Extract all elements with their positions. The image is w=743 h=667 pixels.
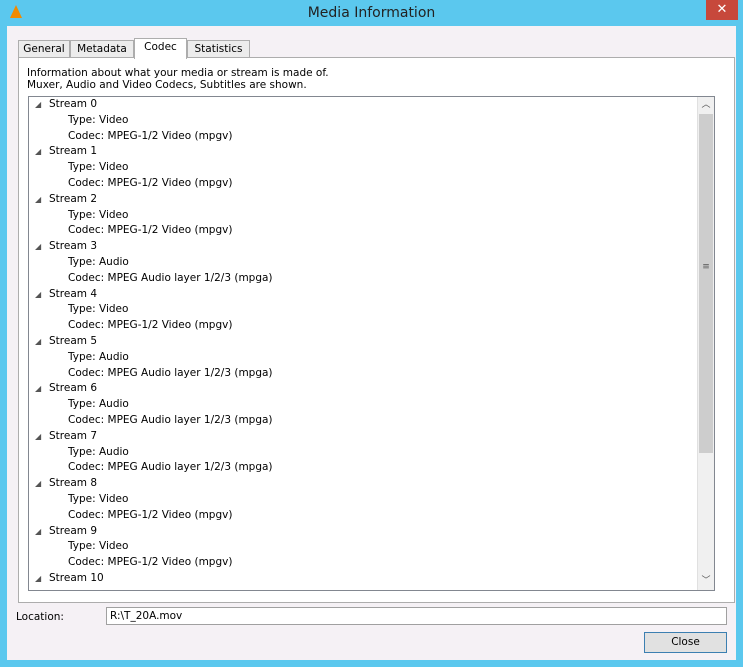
window-title: Media Information (307, 5, 436, 21)
stream-label: Stream 2 (49, 192, 98, 205)
tab-metadata[interactable]: Metadata (70, 40, 134, 58)
stream-node[interactable]: ◢ Stream 0 (29, 97, 714, 113)
stream-codec: Codec: MPEG-1/2 Video (mpgv) (68, 508, 233, 521)
close-button[interactable]: Close (644, 632, 727, 653)
codec-info: Information about what your media or str… (27, 67, 329, 91)
expanded-arrow-icon[interactable]: ◢ (35, 524, 49, 540)
info-line: Muxer, Audio and Video Codecs, Subtitles… (27, 79, 307, 91)
vlc-cone-icon (10, 5, 22, 18)
stream-codec: Codec: MPEG Audio layer 1/2/3 (mpga) (68, 413, 273, 426)
expanded-arrow-icon[interactable]: ◢ (35, 381, 49, 397)
title-bar: Media Information ✕ (0, 0, 743, 26)
location-label: Location: (16, 611, 64, 623)
stream-type: Type: Audio (68, 398, 129, 411)
info-line: Information about what your media or str… (27, 67, 329, 79)
stream-label: Stream 3 (49, 240, 98, 253)
stream-codec: Codec: MPEG-1/2 Video (mpgv) (68, 224, 233, 237)
expanded-arrow-icon[interactable]: ◢ (35, 97, 49, 113)
expanded-arrow-icon[interactable]: ◢ (35, 571, 49, 587)
scroll-down-button[interactable]: ﹀ (698, 573, 714, 590)
stream-node[interactable]: ◢ Stream 9 (29, 524, 714, 540)
stream-codec: Codec: MPEG-1/2 Video (mpgv) (68, 129, 233, 142)
stream-type: Type: Video (68, 492, 129, 505)
stream-node[interactable]: ◢ Stream 5 (29, 334, 714, 350)
stream-node[interactable]: ◢ Stream 3 (29, 239, 714, 255)
tab-general[interactable]: General (18, 40, 70, 58)
stream-node[interactable]: ◢ Stream 2 (29, 192, 714, 208)
expanded-arrow-icon[interactable]: ◢ (35, 476, 49, 492)
expanded-arrow-icon[interactable]: ◢ (35, 334, 49, 350)
stream-type: Type: Audio (68, 255, 129, 268)
tab-statistics[interactable]: Statistics (187, 40, 250, 58)
expanded-arrow-icon[interactable]: ◢ (35, 192, 49, 208)
stream-codec: Codec: MPEG Audio layer 1/2/3 (mpga) (68, 461, 273, 474)
stream-type: Type: Video (68, 161, 129, 174)
stream-label: Stream 8 (49, 477, 98, 490)
scroll-up-button[interactable]: ︿ (698, 97, 714, 114)
vertical-scrollbar[interactable]: ︿ ≡ ﹀ (697, 97, 714, 590)
stream-label: Stream 9 (49, 524, 98, 537)
stream-label: Stream 7 (49, 429, 98, 442)
stream-label: Stream 5 (49, 334, 98, 347)
stream-type: Type: Audio (68, 445, 129, 458)
dialog-client: General Metadata Codec Statistics Inform… (7, 26, 736, 660)
stream-label: Stream 10 (49, 571, 104, 584)
stream-label: Stream 4 (49, 287, 98, 300)
expanded-arrow-icon[interactable]: ◢ (35, 287, 49, 303)
expanded-arrow-icon[interactable]: ◢ (35, 429, 49, 445)
stream-codec: Codec: MPEG Audio layer 1/2/3 (mpga) (68, 271, 273, 284)
stream-label: Stream 1 (49, 145, 98, 158)
stream-node[interactable]: ◢ Stream 10 (29, 571, 714, 587)
stream-node[interactable]: ◢ Stream 4 (29, 287, 714, 303)
stream-type: Type: Video (68, 303, 129, 316)
stream-type: Type: Video (68, 113, 129, 126)
window-close-button[interactable]: ✕ (706, 0, 738, 20)
stream-label: Stream 6 (49, 382, 98, 395)
codec-panel: Information about what your media or str… (18, 57, 735, 603)
stream-node[interactable]: ◢ Stream 1 (29, 144, 714, 160)
stream-node[interactable]: ◢ Stream 8 (29, 476, 714, 492)
stream-codec: Codec: MPEG-1/2 Video (mpgv) (68, 319, 233, 332)
stream-label: Stream 0 (49, 98, 98, 110)
stream-type: Type: Video (68, 540, 129, 553)
location-field[interactable]: R:\T_20A.mov (106, 607, 727, 625)
expanded-arrow-icon[interactable]: ◢ (35, 144, 49, 160)
tab-codec[interactable]: Codec (134, 38, 187, 59)
scroll-thumb[interactable] (699, 114, 713, 453)
stream-type: Type: Video (68, 208, 129, 221)
stream-node[interactable]: ◢ Stream 7 (29, 429, 714, 445)
stream-node[interactable]: ◢ Stream 6 (29, 381, 714, 397)
stream-codec: Codec: MPEG Audio layer 1/2/3 (mpga) (68, 366, 273, 379)
expanded-arrow-icon[interactable]: ◢ (35, 239, 49, 255)
stream-type: Type: Audio (68, 350, 129, 363)
stream-codec: Codec: MPEG-1/2 Video (mpgv) (68, 556, 233, 569)
stream-tree[interactable]: ◢ Stream 0 Type: Video Codec: MPEG-1/2 Vide… (28, 96, 715, 591)
stream-codec: Codec: MPEG-1/2 Video (mpgv) (68, 176, 233, 189)
grip-icon: ≡ (702, 262, 710, 272)
